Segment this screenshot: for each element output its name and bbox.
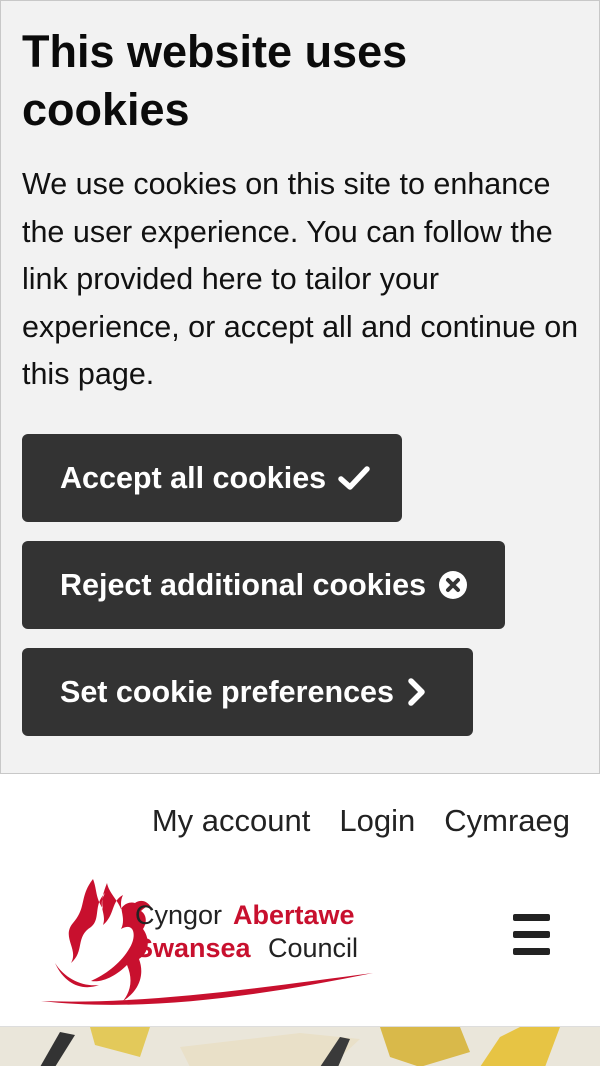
- check-icon: [338, 465, 370, 491]
- accept-all-cookies-label: Accept all cookies: [60, 460, 327, 495]
- accept-all-cookies-button[interactable]: Accept all cookies: [22, 434, 402, 522]
- set-cookie-preferences-label: Set cookie preferences: [60, 674, 394, 709]
- language-link[interactable]: Cymraeg: [444, 803, 570, 839]
- login-link[interactable]: Login: [339, 803, 415, 839]
- cookie-banner: This website uses cookies We use cookies…: [0, 0, 600, 774]
- hero-image: [0, 1026, 600, 1066]
- logo-text-line1-a: Cyngor: [135, 900, 222, 930]
- logo-text-line1-b: Abertawe: [233, 900, 355, 930]
- reject-additional-cookies-label: Reject additional cookies: [60, 567, 427, 602]
- reject-additional-cookies-button[interactable]: Reject additional cookies: [22, 541, 505, 629]
- cookie-banner-title: This website uses cookies: [22, 26, 408, 135]
- my-account-link[interactable]: My account: [152, 803, 311, 839]
- close-circle-icon: [438, 570, 468, 600]
- logo-text-line2-b: Council: [268, 933, 358, 963]
- chevron-right-icon: [406, 677, 428, 707]
- hamburger-menu-icon[interactable]: [510, 914, 555, 956]
- cookie-banner-description: We use cookies on this site to enhance t…: [22, 167, 579, 391]
- site-header: Cyngor Abertawe Swansea Council: [0, 862, 600, 1026]
- council-logo[interactable]: Cyngor Abertawe Swansea Council: [35, 867, 380, 1017]
- set-cookie-preferences-button[interactable]: Set cookie preferences: [22, 648, 473, 736]
- top-links: My account Login Cymraeg: [152, 803, 570, 839]
- logo-text-line2-a: Swansea: [135, 933, 252, 963]
